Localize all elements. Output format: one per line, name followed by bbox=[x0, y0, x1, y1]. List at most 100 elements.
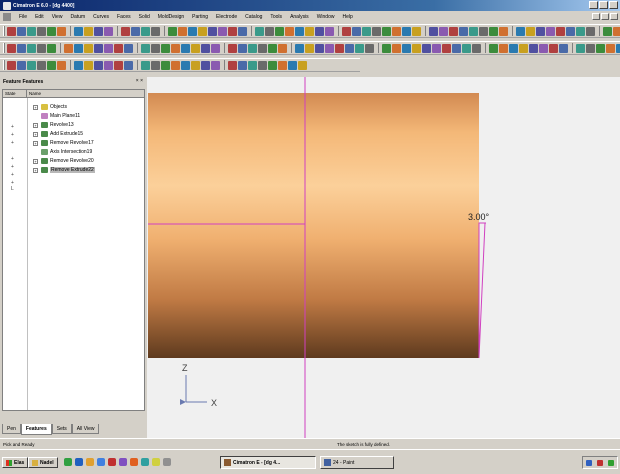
toolbar-button-icon[interactable] bbox=[141, 60, 150, 70]
toolbar-button-icon[interactable] bbox=[429, 26, 438, 36]
menu-parting[interactable]: Parting bbox=[188, 14, 212, 20]
minimize-button[interactable] bbox=[589, 1, 598, 9]
toolbar-button-icon[interactable] bbox=[228, 60, 237, 70]
tray-icon[interactable] bbox=[596, 459, 603, 466]
toolbar-button-icon[interactable] bbox=[151, 43, 160, 53]
toolbar-button-icon[interactable] bbox=[114, 60, 123, 70]
toolbar-button-icon[interactable] bbox=[586, 26, 595, 36]
toolbar-button-icon[interactable] bbox=[7, 60, 16, 70]
panel-close-icon[interactable]: × × bbox=[136, 78, 143, 84]
toolbar-button-icon[interactable] bbox=[114, 43, 123, 53]
toolbar-button-icon[interactable] bbox=[17, 60, 26, 70]
toolbar-button-icon[interactable] bbox=[201, 60, 210, 70]
toolbar-button-icon[interactable] bbox=[559, 43, 568, 53]
toolbar-button-icon[interactable] bbox=[412, 43, 421, 53]
toolbar-button-icon[interactable] bbox=[124, 43, 133, 53]
toolbar-button-icon[interactable] bbox=[131, 26, 140, 36]
tree-item-objects[interactable]: + Objects bbox=[33, 103, 67, 111]
toolbar-button-icon[interactable] bbox=[258, 43, 267, 53]
toolbar-button-icon[interactable] bbox=[17, 43, 26, 53]
toolbar-button-icon[interactable] bbox=[37, 60, 46, 70]
toolbar-button-icon[interactable] bbox=[37, 43, 46, 53]
task-paint[interactable]: 24 - Paint bbox=[320, 456, 394, 469]
toolbar-button-icon[interactable] bbox=[104, 60, 113, 70]
maximize-button[interactable] bbox=[599, 1, 608, 9]
toolbar-button-icon[interactable] bbox=[342, 26, 351, 36]
tray-icon[interactable] bbox=[608, 459, 615, 466]
quicklaunch-icon[interactable] bbox=[119, 458, 127, 466]
toolbar-button-icon[interactable] bbox=[94, 60, 103, 70]
menu-tools[interactable]: Tools bbox=[266, 14, 286, 20]
menu-electrode[interactable]: Electrode bbox=[212, 14, 241, 20]
tree-item-remove-revolve20[interactable]: + Remove Revolve20 bbox=[33, 157, 94, 165]
toolbar-button-icon[interactable] bbox=[228, 26, 237, 36]
toolbar-button-icon[interactable] bbox=[392, 43, 401, 53]
toolbar-button-icon[interactable] bbox=[305, 43, 314, 53]
tree-item-remove-extrude22[interactable]: + Remove Extrude22 bbox=[33, 166, 95, 174]
toolbar-button-icon[interactable] bbox=[84, 60, 93, 70]
toolbar-button-icon[interactable] bbox=[365, 43, 374, 53]
toolbar-button-icon[interactable] bbox=[546, 26, 555, 36]
toolbar-button-icon[interactable] bbox=[218, 26, 227, 36]
menu-catalog[interactable]: Catalog bbox=[241, 14, 266, 20]
toolbar-grip[interactable] bbox=[3, 60, 5, 70]
toolbar-button-icon[interactable] bbox=[479, 26, 488, 36]
toolbar-button-icon[interactable] bbox=[372, 26, 381, 36]
toolbar-button-icon[interactable] bbox=[432, 43, 441, 53]
toolbar-button-icon[interactable] bbox=[121, 26, 130, 36]
toolbar-button-icon[interactable] bbox=[104, 26, 113, 36]
doc-close-button[interactable] bbox=[610, 13, 618, 20]
toolbar-button-icon[interactable] bbox=[576, 26, 585, 36]
column-name[interactable]: Name bbox=[27, 90, 144, 98]
quicklaunch-icon[interactable] bbox=[86, 458, 94, 466]
toolbar-button-icon[interactable] bbox=[382, 43, 391, 53]
toolbar-button-icon[interactable] bbox=[285, 26, 294, 36]
expand-icon[interactable]: + bbox=[33, 140, 38, 146]
state-mark[interactable]: + bbox=[11, 132, 17, 138]
toolbar-button-icon[interactable] bbox=[469, 26, 478, 36]
toolbar-button-icon[interactable] bbox=[278, 43, 287, 53]
toolbar-button-icon[interactable] bbox=[74, 26, 83, 36]
toolbar-button-icon[interactable] bbox=[459, 26, 468, 36]
menu-edit[interactable]: Edit bbox=[31, 14, 48, 20]
state-mark[interactable]: + bbox=[11, 124, 17, 130]
close-button[interactable] bbox=[609, 1, 618, 9]
tree-item-revolve13[interactable]: + Revolve13 bbox=[33, 121, 74, 129]
toolbar-button-icon[interactable] bbox=[499, 43, 508, 53]
toolbar-button-icon[interactable] bbox=[141, 26, 150, 36]
draft-angle-indicator[interactable] bbox=[478, 222, 486, 359]
toolbar-button-icon[interactable] bbox=[17, 26, 26, 36]
toolbar-button-icon[interactable] bbox=[603, 26, 612, 36]
toolbar-button-icon[interactable] bbox=[315, 43, 324, 53]
folder-button[interactable]: Nadel bbox=[28, 457, 58, 468]
graphics-viewport[interactable]: 3.00° Z X bbox=[147, 77, 620, 438]
toolbar-button-icon[interactable] bbox=[74, 43, 83, 53]
toolbar-button-icon[interactable] bbox=[181, 60, 190, 70]
toolbar-button-icon[interactable] bbox=[37, 26, 46, 36]
toolbar-button-icon[interactable] bbox=[325, 43, 334, 53]
expand-icon[interactable]: + bbox=[33, 158, 38, 164]
toolbar-button-icon[interactable] bbox=[47, 43, 56, 53]
task-cimatron[interactable]: Cimatron E - [dg 4... bbox=[220, 456, 316, 469]
part-body[interactable] bbox=[148, 93, 479, 358]
toolbar-button-icon[interactable] bbox=[27, 26, 36, 36]
toolbar-button-icon[interactable] bbox=[499, 26, 508, 36]
toolbar-button-icon[interactable] bbox=[295, 26, 304, 36]
toolbar-button-icon[interactable] bbox=[412, 26, 421, 36]
menu-help[interactable]: Help bbox=[338, 14, 356, 20]
toolbar-button-icon[interactable] bbox=[171, 60, 180, 70]
tab-pen[interactable]: Pen bbox=[2, 424, 21, 434]
quicklaunch-icon[interactable] bbox=[130, 458, 138, 466]
toolbar-button-icon[interactable] bbox=[345, 43, 354, 53]
toolbar-button-icon[interactable] bbox=[141, 43, 150, 53]
toolbar-button-icon[interactable] bbox=[288, 60, 297, 70]
toolbar-button-icon[interactable] bbox=[489, 26, 498, 36]
toolbar-button-icon[interactable] bbox=[248, 60, 257, 70]
dimension-label[interactable]: 3.00° bbox=[468, 212, 490, 222]
tray-icon[interactable] bbox=[585, 459, 592, 466]
toolbar-button-icon[interactable] bbox=[536, 26, 545, 36]
toolbar-button-icon[interactable] bbox=[27, 60, 36, 70]
toolbar-button-icon[interactable] bbox=[462, 43, 471, 53]
toolbar-button-icon[interactable] bbox=[168, 26, 177, 36]
menu-molddesign[interactable]: MoldDesign bbox=[154, 14, 188, 20]
